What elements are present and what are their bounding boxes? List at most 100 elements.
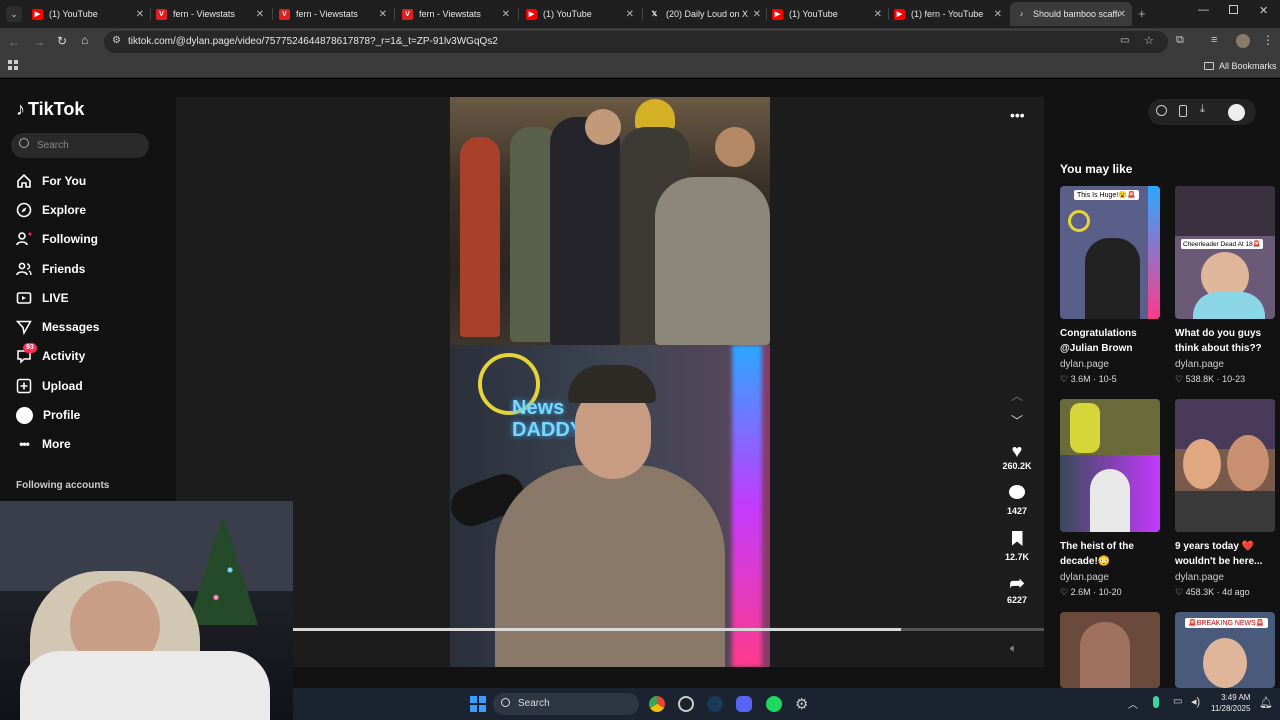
cast-icon[interactable]: ▭	[1120, 35, 1129, 46]
recommended-video-title[interactable]: The heist of the decade!😳	[1060, 539, 1160, 569]
close-icon[interactable]: ✕	[994, 9, 1002, 20]
recommended-video-thumb[interactable]	[1060, 612, 1160, 688]
steam-icon[interactable]	[707, 696, 723, 712]
browser-tab[interactable]: ▶ (1) YouTube ✕	[772, 4, 882, 24]
avatar[interactable]	[1228, 104, 1245, 121]
back-button[interactable]: ←	[8, 35, 20, 49]
previous-video-button[interactable]: ︿	[1011, 387, 1023, 404]
forward-button[interactable]: →	[33, 35, 45, 49]
share-button[interactable]: ➦ 6227	[997, 574, 1037, 605]
save-button[interactable]: 12.7K	[997, 531, 1037, 562]
device-icon[interactable]	[1179, 105, 1187, 117]
download-icon[interactable]: ⤓	[1200, 103, 1205, 116]
sidebar-item-friends[interactable]: Friends	[16, 258, 85, 280]
tab-list-dropdown-button[interactable]: ⌄	[6, 6, 22, 22]
sidebar-item-label: Friends	[42, 262, 86, 276]
network-icon[interactable]: ▭	[1173, 696, 1182, 707]
site-info-icon[interactable]: ⚙	[112, 35, 121, 46]
viewstats-icon: V	[156, 8, 167, 20]
reload-button[interactable]: ↻	[57, 34, 67, 48]
video-main-clip[interactable]: News DADDY	[450, 345, 770, 667]
sidebar-item-following[interactable]: Following	[16, 228, 98, 250]
app-icon[interactable]	[678, 696, 694, 712]
volume-icon[interactable]: ◂)	[1191, 695, 1200, 708]
search-input[interactable]: Search	[11, 133, 149, 158]
recommended-video-title[interactable]: Congratulations @Julian Brown	[1060, 326, 1170, 356]
clock[interactable]: 3:49 AM 11/28/2025	[1211, 692, 1250, 714]
sidebar-item-activity[interactable]: 93 Activity	[16, 343, 85, 367]
coin-icon[interactable]	[1156, 105, 1167, 116]
close-icon[interactable]: ✕	[502, 9, 510, 20]
apps-grid-icon[interactable]	[8, 60, 18, 70]
address-bar[interactable]: ⚙ tiktok.com/@dylan.page/video/757752464…	[104, 31, 1168, 53]
sidebar-item-label: More	[42, 437, 71, 451]
browser-tab[interactable]: 𝕏 (20) Daily Loud on X ✕	[649, 4, 761, 24]
tiktok-logo[interactable]: ♪ TikTok	[16, 99, 84, 120]
recommended-video-thumb[interactable]	[1175, 399, 1275, 532]
sidebar-item-live[interactable]: LIVE	[16, 287, 69, 309]
recommended-video-title[interactable]: 9 years today ❤️ wouldn't be here...	[1175, 539, 1275, 569]
avatar[interactable]	[1236, 34, 1250, 48]
close-icon[interactable]: ✕	[256, 9, 264, 20]
close-window-button[interactable]: ✕	[1259, 4, 1268, 17]
recommended-video-author[interactable]: dylan.page	[1060, 572, 1109, 583]
recommended-video-author[interactable]: dylan.page	[1175, 359, 1224, 370]
sidebar-item-profile[interactable]: Profile	[16, 404, 80, 426]
sidebar-item-label: Following	[42, 232, 98, 246]
recommended-video-thumb[interactable]: 🚨BREAKING NEWS🚨	[1175, 612, 1275, 688]
bookmark-star-icon[interactable]: ☆	[1144, 34, 1154, 47]
home-button[interactable]: ⌂	[81, 33, 88, 47]
url-text: tiktok.com/@dylan.page/video/75775246448…	[128, 36, 498, 47]
video-top-clip[interactable]	[450, 97, 770, 345]
browser-tab-active[interactable]: ♪ Should bamboo scaffo ✕	[1010, 2, 1132, 26]
next-video-button[interactable]: ﹀	[1011, 412, 1023, 429]
close-icon[interactable]: ✕	[136, 9, 144, 20]
minimize-button[interactable]: —	[1198, 4, 1209, 16]
browser-tab[interactable]: ▶ (1) YouTube ✕	[32, 4, 144, 24]
sidebar-item-for-you[interactable]: For You	[16, 170, 86, 192]
more-options-icon[interactable]: •••	[1010, 107, 1025, 123]
tab-title: fern - Viewstats	[173, 9, 235, 19]
recommended-video-thumb[interactable]: This Is Huge!😮🚨	[1060, 186, 1160, 319]
maximize-button[interactable]	[1229, 5, 1238, 14]
browser-tab[interactable]: ▶ (1) fern - YouTube ✕	[894, 4, 1002, 24]
close-icon[interactable]: ✕	[379, 9, 387, 20]
close-icon[interactable]: ✕	[753, 9, 761, 20]
browser-tab[interactable]: ▶ (1) YouTube ✕	[526, 4, 634, 24]
sidebar-item-label: Upload	[42, 379, 83, 393]
all-bookmarks-button[interactable]: All Bookmarks	[1204, 61, 1277, 71]
like-button[interactable]: ♥ 260.2K	[997, 441, 1037, 471]
start-button[interactable]	[470, 696, 486, 712]
browser-tab[interactable]: V fern - Viewstats ✕	[156, 4, 264, 24]
spotify-icon[interactable]	[766, 696, 782, 712]
browser-tab-bar: ⌄ ▶ (1) YouTube ✕ V fern - Viewstats ✕ V…	[0, 0, 1280, 28]
menu-kebab-icon[interactable]: ⋮	[1262, 33, 1274, 47]
video-progress-track[interactable]	[293, 628, 1044, 631]
chrome-icon[interactable]	[649, 696, 665, 712]
volume-icon[interactable]: 🔈︎	[1010, 641, 1017, 656]
settings-gear-icon[interactable]: ⚙	[795, 695, 808, 713]
sidebar-item-more[interactable]: ••• More	[16, 433, 71, 455]
close-icon[interactable]: ✕	[874, 9, 882, 20]
close-icon[interactable]: ✕	[1118, 9, 1126, 20]
recommended-video-thumb[interactable]: Cheerleader Dead At 18🚨	[1175, 186, 1275, 319]
taskbar-search[interactable]: Search	[493, 693, 639, 715]
browser-tab[interactable]: V fern - Viewstats ✕	[279, 4, 387, 24]
show-hidden-icons[interactable]: ︿	[1128, 696, 1138, 711]
messages-icon	[16, 319, 32, 335]
sidebar-item-upload[interactable]: Upload	[16, 375, 83, 397]
media-control-icon[interactable]: ≡	[1211, 34, 1217, 46]
recommended-video-author[interactable]: dylan.page	[1060, 359, 1109, 370]
browser-tab[interactable]: V fern - Viewstats ✕	[402, 4, 510, 24]
recommended-video-thumb[interactable]	[1060, 399, 1160, 532]
sidebar-item-messages[interactable]: Messages	[16, 316, 99, 338]
recommended-video-author[interactable]: dylan.page	[1175, 572, 1224, 583]
recommended-video-title[interactable]: What do you guys think about this??	[1175, 326, 1275, 356]
discord-icon[interactable]	[736, 696, 752, 712]
comment-button[interactable]: 1427	[997, 485, 1037, 516]
new-tab-button[interactable]: +	[1138, 6, 1146, 21]
close-icon[interactable]: ✕	[626, 9, 634, 20]
extensions-icon[interactable]: ⧉	[1176, 34, 1184, 47]
sidebar-item-explore[interactable]: Explore	[16, 199, 86, 221]
notification-bell-icon[interactable]: 🔔︎	[1259, 696, 1273, 709]
